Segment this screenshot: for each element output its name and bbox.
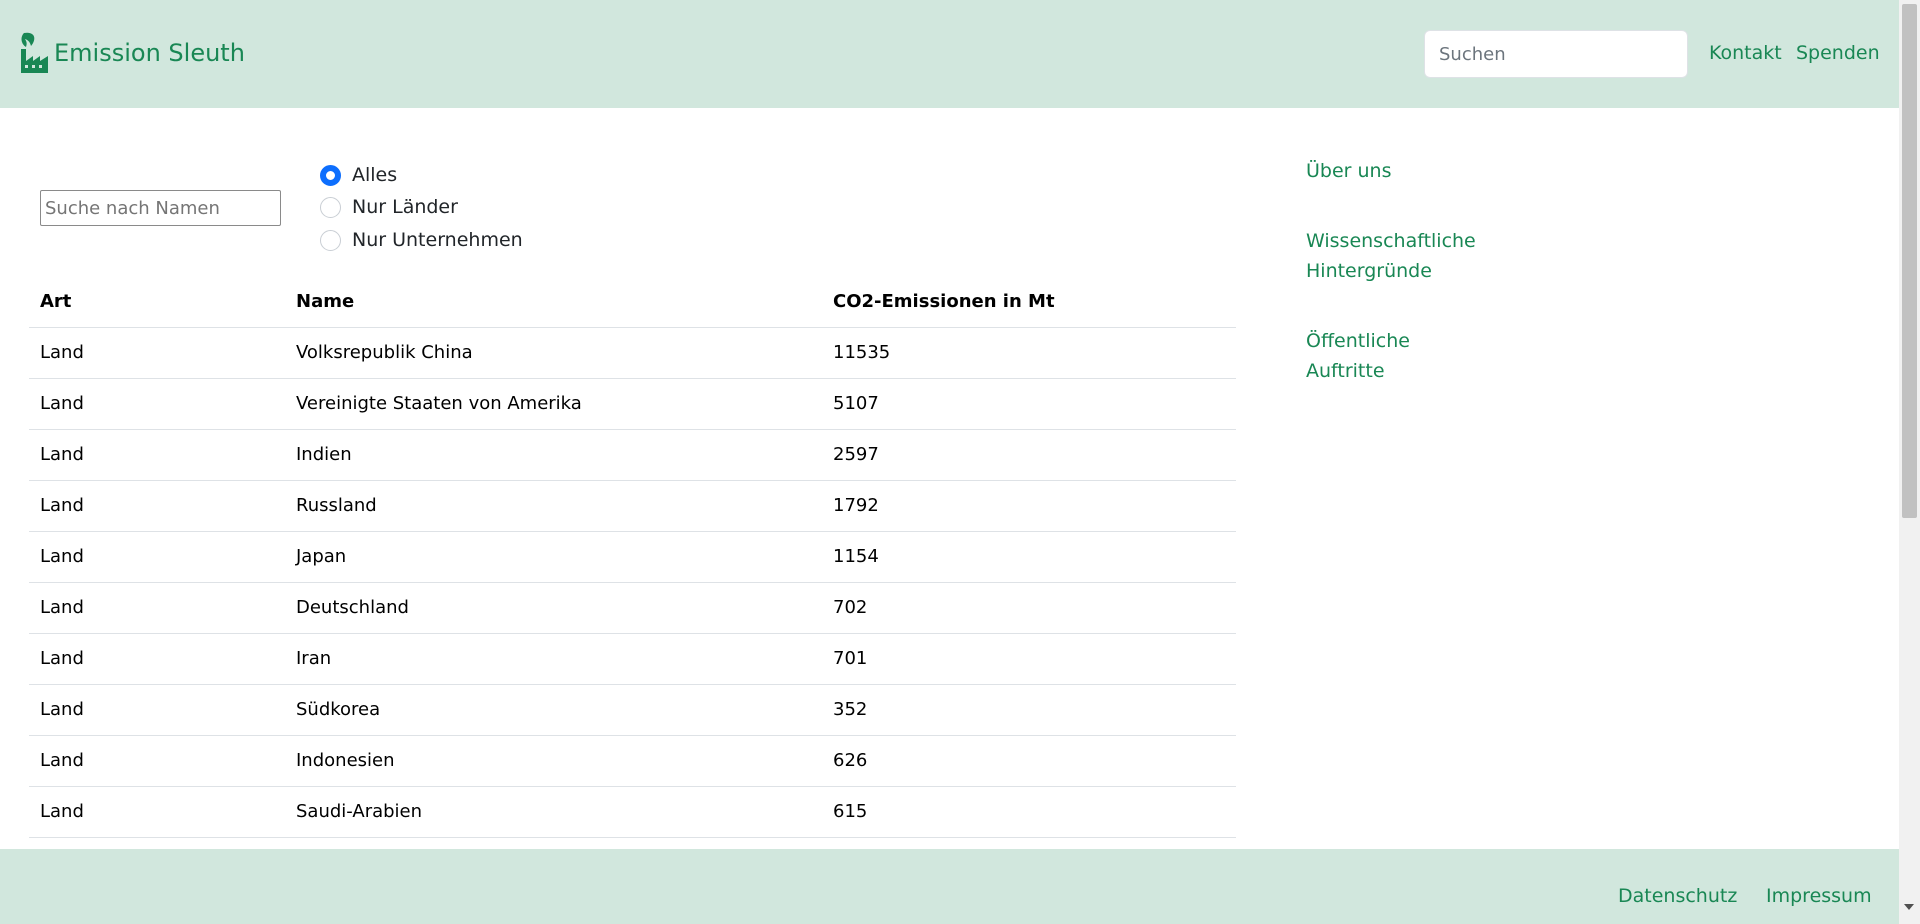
radio-option-alles[interactable]: Alles <box>320 165 397 186</box>
sidebar-link-ueber-uns[interactable]: Über uns <box>1306 156 1392 186</box>
column-header-name: Name <box>296 291 355 312</box>
brand-link[interactable]: Emission Sleuth <box>19 30 245 76</box>
cell-name: Iran <box>296 648 332 669</box>
cell-name: Indonesien <box>296 750 395 771</box>
sidebar-link-oeffentliche-auftritte[interactable]: Öffentliche Auftritte <box>1306 326 1410 386</box>
cell-art: Land <box>40 750 84 771</box>
radio-button-checked[interactable] <box>320 165 341 186</box>
cell-emissions: 5107 <box>833 393 879 414</box>
cell-emissions: 352 <box>833 699 868 720</box>
cell-emissions: 626 <box>833 750 868 771</box>
scroll-down-arrow-icon[interactable] <box>1904 904 1914 910</box>
table-row: Land Japan 1154 <box>29 532 1236 583</box>
cell-art: Land <box>40 444 84 465</box>
cell-name: Indien <box>296 444 352 465</box>
cell-art: Land <box>40 495 84 516</box>
table-row: Land Indien 2597 <box>29 430 1236 481</box>
footer-link-impressum[interactable]: Impressum <box>1766 887 1872 906</box>
footer-link-datenschutz[interactable]: Datenschutz <box>1618 887 1737 906</box>
sidebar-link-label: Öffentliche <box>1306 330 1410 352</box>
cell-emissions: 615 <box>833 801 868 822</box>
vertical-scrollbar[interactable] <box>1899 0 1920 924</box>
radio-label: Alles <box>352 164 398 186</box>
column-header-emissions: CO2-Emissionen in Mt <box>833 291 1055 312</box>
table-row: Land Indonesien 626 <box>29 736 1236 787</box>
cell-emissions: 702 <box>833 597 868 618</box>
cell-emissions: 701 <box>833 648 868 669</box>
emissions-table: Art Name CO2-Emissionen in Mt Land Volks… <box>29 280 1236 838</box>
radio-option-nur-unternehmen[interactable]: Nur Unternehmen <box>320 230 523 251</box>
nav-link-spenden[interactable]: Spenden <box>1796 44 1880 63</box>
cell-name: Russland <box>296 495 377 516</box>
cell-name: Deutschland <box>296 597 409 618</box>
page-footer: Datenschutz Impressum <box>0 849 1899 924</box>
cell-art: Land <box>40 342 84 363</box>
table-row: Land Saudi-Arabien 615 <box>29 787 1236 838</box>
table-row: Land Russland 1792 <box>29 481 1236 532</box>
radio-label: Nur Unternehmen <box>352 229 523 251</box>
cell-art: Land <box>40 648 84 669</box>
cell-art: Land <box>40 597 84 618</box>
cell-art: Land <box>40 393 84 414</box>
sidebar-link-label: Hintergründe <box>1306 260 1432 282</box>
sidebar-link-label: Auftritte <box>1306 360 1385 382</box>
radio-button[interactable] <box>320 230 341 251</box>
table-header-row: Art Name CO2-Emissionen in Mt <box>29 280 1236 328</box>
cell-name: Vereinigte Staaten von Amerika <box>296 393 582 414</box>
top-navbar: Emission Sleuth Kontakt Spenden <box>0 0 1899 108</box>
scrollbar-thumb[interactable] <box>1902 4 1917 518</box>
radio-option-nur-laender[interactable]: Nur Länder <box>320 197 458 218</box>
column-header-art: Art <box>40 291 72 312</box>
cell-emissions: 1792 <box>833 495 879 516</box>
cell-name: Saudi-Arabien <box>296 801 423 822</box>
factory-leaf-icon <box>21 32 48 73</box>
table-row: Land Iran 701 <box>29 634 1236 685</box>
cell-name: Volksrepublik China <box>296 342 473 363</box>
table-row: Land Vereinigte Staaten von Amerika 5107 <box>29 379 1236 430</box>
sidebar-link-label: Über uns <box>1306 160 1392 182</box>
radio-label: Nur Länder <box>352 196 458 218</box>
radio-button[interactable] <box>320 197 341 218</box>
table-row: Land Deutschland 702 <box>29 583 1236 634</box>
cell-art: Land <box>40 699 84 720</box>
cell-emissions: 11535 <box>833 342 891 363</box>
cell-emissions: 1154 <box>833 546 879 567</box>
sidebar-link-label: Wissenschaftliche <box>1306 230 1476 252</box>
nav-link-kontakt[interactable]: Kontakt <box>1709 44 1782 63</box>
name-search-input[interactable] <box>40 190 281 226</box>
cell-art: Land <box>40 801 84 822</box>
cell-art: Land <box>40 546 84 567</box>
table-row: Land Volksrepublik China 11535 <box>29 328 1236 379</box>
cell-name: Südkorea <box>296 699 381 720</box>
cell-name: Japan <box>296 546 347 567</box>
header-search-input[interactable] <box>1424 30 1688 78</box>
sidebar-link-wissenschaftliche-hintergruende[interactable]: Wissenschaftliche Hintergründe <box>1306 226 1476 286</box>
brand-name: Emission Sleuth <box>54 39 245 67</box>
cell-emissions: 2597 <box>833 444 879 465</box>
table-row: Land Südkorea 352 <box>29 685 1236 736</box>
